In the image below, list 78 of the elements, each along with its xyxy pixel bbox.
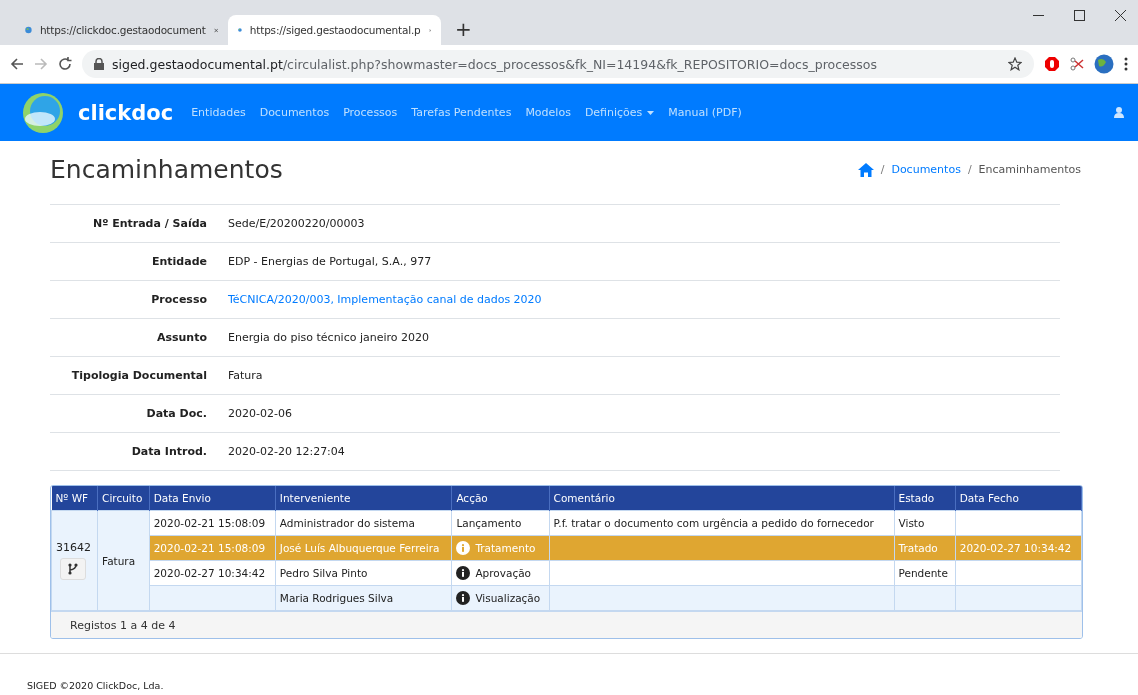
- browser-tab[interactable]: https://siged.gestaodocumental.p: [228, 15, 441, 45]
- extension-icon[interactable]: [1044, 56, 1060, 72]
- table-cell: Administrador do sistema: [275, 510, 452, 536]
- field-value: EDP - Energias de Portugal, S.A., 977: [228, 255, 433, 268]
- logo-icon: [22, 91, 64, 134]
- nav-link[interactable]: Documentos: [259, 106, 330, 119]
- field-value: Fatura: [228, 369, 264, 382]
- action-text: Aprovação: [475, 567, 531, 579]
- table-cell: Visto: [894, 510, 956, 536]
- footer-text: SIGED ©2020 ClickDoc, Lda.: [0, 653, 1138, 695]
- back-icon[interactable]: [10, 57, 24, 71]
- table-cell: Maria Rodrigues Silva: [275, 585, 452, 611]
- table-cell: 2020-02-27 10:34:42: [955, 535, 1082, 561]
- caret-icon: [647, 110, 655, 115]
- action-text: Tratamento: [475, 542, 536, 554]
- info-icon: [456, 566, 471, 580]
- action-text: Lançamento: [456, 517, 522, 529]
- action-text: Visualização: [475, 592, 541, 604]
- nav-link[interactable]: Modelos: [525, 106, 571, 119]
- column-header: Data Fecho: [955, 486, 1082, 511]
- column-header: Acção: [451, 486, 550, 511]
- table-cell: Fatura: [97, 510, 150, 611]
- field-label: Processo: [150, 293, 207, 306]
- tab-title: https://siged.gestaodocumental.p: [249, 24, 421, 36]
- tab-title: https://clickdoc.gestaodocument: [39, 24, 206, 36]
- column-header: Interveniente: [275, 486, 452, 511]
- breadcrumb-current: Encaminhamentos: [978, 163, 1081, 176]
- field-value: 2020-02-20 12:27:04: [228, 445, 346, 458]
- lock-icon: [94, 58, 104, 70]
- maximize-icon[interactable]: [1074, 10, 1085, 21]
- table-cell: 2020-02-21 15:08:09: [149, 510, 276, 536]
- branch-icon: [68, 563, 78, 575]
- field-label: Assunto: [155, 331, 207, 344]
- field-value: Sede/E/20200220/00003: [228, 217, 366, 230]
- column-header: Estado: [894, 486, 956, 511]
- breadcrumb-separator: /: [967, 163, 972, 176]
- scissors-icon[interactable]: [1070, 57, 1084, 71]
- table-cell: Pedro Silva Pinto: [275, 560, 452, 586]
- field-link[interactable]: TéCNICA/2020/003, Implementação canal de dados 2020: [228, 293, 1060, 306]
- field-label: Data Introd.: [130, 445, 207, 458]
- info-icon: [456, 591, 471, 605]
- field-label: Entidade: [151, 255, 207, 268]
- table-cell: José Luís Albuquerque Ferreira: [275, 535, 452, 561]
- records-count: Registos 1 a 4 de 4: [51, 611, 1082, 638]
- home-icon[interactable]: [857, 162, 874, 177]
- table-cell: 2020-02-21 15:08:09: [149, 535, 276, 561]
- table-cell: 2020-02-27 10:34:42: [149, 560, 276, 586]
- brand-name[interactable]: clickdoc: [78, 100, 174, 125]
- reload-icon[interactable]: [58, 57, 72, 71]
- new-tab-button[interactable]: +: [455, 17, 472, 41]
- branch-button[interactable]: [60, 558, 86, 580]
- field-value: Energia do piso técnico janeiro 2020: [228, 331, 431, 344]
- field-label: Data Doc.: [145, 407, 207, 420]
- address-field[interactable]: siged.gestaodocumental.pt/circulalist.php?showmaster=docs_processos&fk_NI=14194&fk_REPOSITORIO=docs_processos: [82, 50, 1034, 78]
- column-header: Circuito: [97, 486, 150, 511]
- nav-link[interactable]: Definições: [584, 106, 655, 119]
- browser-tab[interactable]: https://clickdoc.gestaodocument: [15, 15, 228, 45]
- table-cell: P.f. tratar o documento com urgência a pedido do fornecedor: [549, 510, 894, 536]
- field-label: Nº Entrada / Saída: [91, 217, 207, 230]
- workflow-number: 31642: [56, 541, 92, 554]
- breadcrumb-separator: /: [880, 163, 885, 176]
- star-icon[interactable]: [1008, 57, 1022, 71]
- column-header: Data Envio: [149, 486, 276, 511]
- column-header: Comentário: [549, 486, 894, 511]
- nav-link[interactable]: Manual (PDF): [668, 106, 742, 119]
- nav-link[interactable]: Tarefas Pendentes: [411, 106, 512, 119]
- user-icon[interactable]: [1114, 107, 1124, 118]
- page-title: Encaminhamentos: [50, 155, 283, 184]
- info-icon: [456, 541, 471, 555]
- nav-link[interactable]: Entidades: [191, 106, 246, 119]
- nav-link[interactable]: Processos: [343, 106, 398, 119]
- column-header: Nº WF: [51, 486, 98, 511]
- field-value: 2020-02-06: [228, 407, 293, 420]
- menu-icon[interactable]: [1124, 57, 1128, 71]
- breadcrumb-link[interactable]: Documentos: [891, 163, 961, 176]
- profile-icon[interactable]: [1094, 54, 1114, 74]
- field-label: Tipologia Documental: [70, 369, 207, 382]
- url-text: siged.gestaodocumental.pt/circulalist.php?showmaster=docs_processos&fk_NI=14194&fk_REPOSITORIO=docs_processos: [112, 56, 877, 72]
